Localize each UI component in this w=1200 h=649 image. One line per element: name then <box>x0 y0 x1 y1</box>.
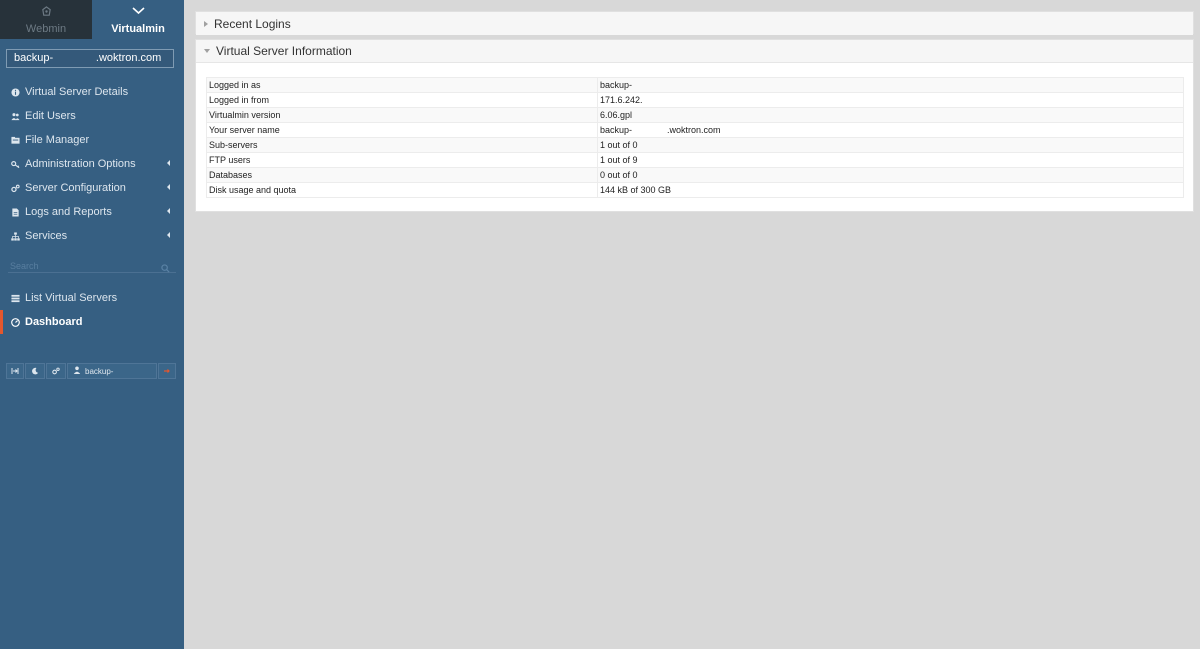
caret-left-icon <box>167 208 170 214</box>
caret-left-icon <box>167 184 170 190</box>
theme-config-button[interactable] <box>46 363 66 379</box>
sidebar: Webmin Virtualmin backup- .woktron.com V… <box>0 0 184 649</box>
moon-icon <box>31 362 39 380</box>
row-value: 144 kB of 300 GB <box>597 182 1184 198</box>
tab-webmin[interactable]: Webmin <box>0 0 92 39</box>
sidebar-item-edit-users[interactable]: Edit Users <box>0 104 184 128</box>
row-value: 0 out of 0 <box>597 167 1184 183</box>
table-row: Virtualmin version 6.06.gpl <box>206 107 1184 123</box>
tab-webmin-label: Webmin <box>25 23 67 35</box>
file-icon <box>10 207 20 217</box>
sidebar-bottom-bar: backup- <box>6 363 177 379</box>
panel-title: Recent Logins <box>214 16 291 31</box>
caret-left-icon <box>167 160 170 166</box>
row-label: FTP users <box>206 152 598 168</box>
row-label: Your server name <box>206 122 598 138</box>
sidebar-item-services[interactable]: Services <box>0 224 184 248</box>
sidebar-item-file-manager[interactable]: File Manager <box>0 128 184 152</box>
sidebar-item-server-configuration[interactable]: Server Configuration <box>0 176 184 200</box>
logout-icon <box>163 362 171 380</box>
sidebar-item-label: File Manager <box>25 134 90 146</box>
sidebar-item-dashboard[interactable]: Dashboard <box>0 310 184 334</box>
row-value: 1 out of 9 <box>597 152 1184 168</box>
sidebar-item-virtual-server-details[interactable]: Virtual Server Details <box>0 80 184 104</box>
dashboard-icon <box>10 317 20 327</box>
caret-down-icon <box>204 49 210 53</box>
sidebar-item-label: Server Configuration <box>25 182 126 194</box>
collapse-sidebar-button[interactable] <box>6 363 24 379</box>
product-switcher: Webmin Virtualmin <box>0 0 184 39</box>
sidebar-item-administration-options[interactable]: Administration Options <box>0 152 184 176</box>
virtual-server-information-header[interactable]: Virtual Server Information <box>196 40 1193 63</box>
row-value: 6.06.gpl <box>597 107 1184 123</box>
list-icon <box>10 293 20 303</box>
sidebar-item-logs-and-reports[interactable]: Logs and Reports <box>0 200 184 224</box>
folder-icon <box>10 135 20 145</box>
row-label: Virtualmin version <box>206 107 598 123</box>
night-mode-button[interactable] <box>25 363 45 379</box>
virtual-server-information-panel: Virtual Server Information Logged in as b… <box>195 39 1194 212</box>
sidebar-item-list-virtual-servers[interactable]: List Virtual Servers <box>0 286 184 310</box>
domain-selector[interactable]: backup- .woktron.com <box>6 49 174 68</box>
sidebar-search <box>8 256 176 273</box>
logout-button[interactable] <box>158 363 176 379</box>
table-row: Sub-servers 1 out of 0 <box>206 137 1184 153</box>
cogs-icon <box>10 183 20 193</box>
chevron-down-icon <box>92 6 184 18</box>
row-label: Databases <box>206 167 598 183</box>
row-label: Logged in as <box>206 77 598 93</box>
row-value: backup- <box>597 77 1184 93</box>
sidebar-item-label: List Virtual Servers <box>25 292 118 304</box>
table-row: Your server name backup- .woktron.com <box>206 122 1184 138</box>
caret-left-icon <box>167 232 170 238</box>
sidebar-item-label: Dashboard <box>25 316 83 328</box>
row-label: Disk usage and quota <box>206 182 598 198</box>
sidebar-item-label: Virtual Server Details <box>25 86 129 98</box>
recent-logins-header[interactable]: Recent Logins <box>196 12 1193 35</box>
row-value: 171.6.242. <box>597 92 1184 108</box>
user-button[interactable]: backup- <box>67 363 157 379</box>
table-row: Logged in from 171.6.242. <box>206 92 1184 108</box>
info-icon <box>10 87 20 97</box>
sidebar-menu: Virtual Server Details Edit Users File M… <box>0 80 184 248</box>
sidebar-item-label: Logs and Reports <box>25 206 112 218</box>
sitemap-icon <box>10 231 20 241</box>
user-icon <box>73 366 85 376</box>
search-input[interactable] <box>8 259 148 273</box>
row-value: backup- .woktron.com <box>597 122 1184 138</box>
panel-title: Virtual Server Information <box>216 44 352 58</box>
row-label: Logged in from <box>206 92 598 108</box>
user-name: backup- <box>85 366 114 376</box>
sidebar-menu-secondary: List Virtual Servers Dashboard <box>0 286 184 334</box>
tab-virtualmin[interactable]: Virtualmin <box>92 0 184 39</box>
table-row: Disk usage and quota 144 kB of 300 GB <box>206 182 1184 198</box>
sidebar-item-label: Services <box>25 230 68 242</box>
tab-virtualmin-label: Virtualmin <box>111 23 165 35</box>
collapse-icon <box>11 362 19 380</box>
sidebar-item-label: Edit Users <box>25 110 76 122</box>
table-row: FTP users 1 out of 9 <box>206 152 1184 168</box>
row-label: Sub-servers <box>206 137 598 153</box>
table-row: Databases 0 out of 0 <box>206 167 1184 183</box>
caret-right-icon <box>204 20 208 27</box>
cogs-icon <box>52 362 60 380</box>
webmin-icon <box>0 6 92 20</box>
users-icon <box>10 111 20 121</box>
table-row: Logged in as backup- <box>206 77 1184 93</box>
recent-logins-panel: Recent Logins <box>195 11 1194 35</box>
row-value: 1 out of 0 <box>597 137 1184 153</box>
key-icon <box>10 159 20 169</box>
server-info-table: Logged in as backup- Logged in from 171.6.… <box>206 77 1184 198</box>
sidebar-item-label: Administration Options <box>25 158 136 170</box>
search-icon[interactable] <box>161 260 170 278</box>
